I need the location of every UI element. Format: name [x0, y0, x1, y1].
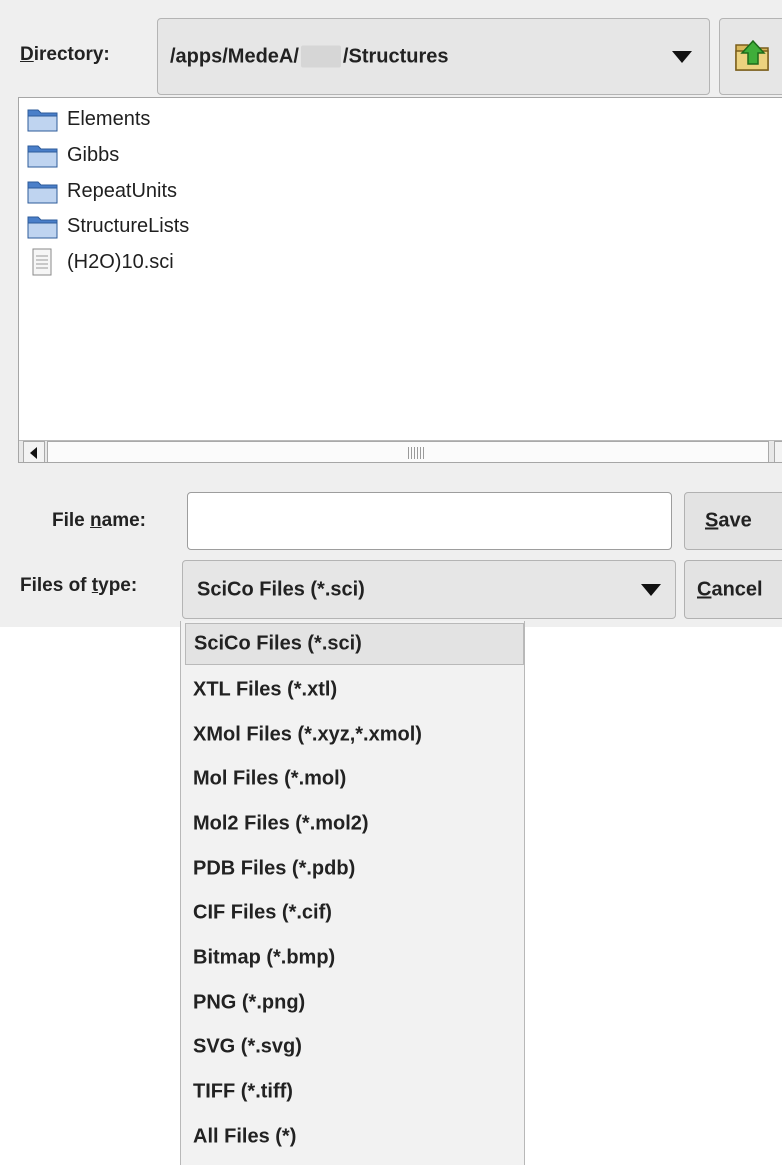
save-button[interactable]: Save — [684, 492, 782, 550]
folder-icon — [27, 212, 59, 240]
file-type-value: SciCo Files (*.sci) — [197, 578, 365, 600]
grip-icon — [408, 447, 424, 459]
file-type-option[interactable]: PDB Files (*.pdb) — [181, 847, 524, 891]
file-name: StructureLists — [67, 214, 190, 237]
file-list[interactable]: Elements Gibbs RepeatUnits StructureList… — [18, 97, 782, 463]
file-type-option[interactable]: CIF Files (*.cif) — [181, 891, 524, 935]
file-name: RepeatUnits — [67, 179, 178, 202]
file-icon — [27, 248, 59, 276]
directory-label: Directory: — [20, 44, 110, 65]
directory-combo[interactable]: /apps/MedeA//Structures — [157, 18, 710, 95]
redacted-segment — [300, 45, 341, 68]
folder-icon — [27, 105, 59, 133]
file-name: Gibbs — [67, 143, 120, 166]
folder-icon — [27, 177, 59, 205]
scroll-right-button[interactable] — [774, 441, 782, 462]
file-type-option[interactable]: XMol Files (*.xyz,*.xmol) — [181, 713, 524, 757]
chevron-down-icon — [641, 583, 661, 596]
up-folder-button[interactable] — [719, 18, 782, 95]
list-item-file[interactable]: (H2O)10.sci — [27, 245, 174, 279]
folder-icon — [27, 141, 59, 169]
directory-path: /apps/MedeA//Structures — [170, 45, 449, 68]
list-item-folder[interactable]: StructureLists — [27, 209, 189, 243]
file-type-option[interactable]: Mol2 Files (*.mol2) — [181, 802, 524, 846]
cancel-button[interactable]: Cancel — [684, 560, 782, 619]
list-item-folder[interactable]: RepeatUnits — [27, 174, 177, 208]
file-type-option[interactable]: All Files (*) — [181, 1115, 524, 1159]
file-type-option[interactable]: Mol Files (*.mol) — [181, 757, 524, 801]
arrow-left-icon — [30, 447, 37, 459]
file-type-option[interactable]: TIFF (*.tiff) — [181, 1070, 524, 1114]
file-name: (H2O)10.sci — [67, 250, 174, 273]
scrollbar-thumb[interactable] — [47, 441, 769, 462]
file-type-option[interactable]: SVG (*.svg) — [181, 1025, 524, 1069]
file-type-combo[interactable]: SciCo Files (*.sci) — [182, 560, 676, 619]
list-item-folder[interactable]: Elements — [27, 102, 150, 136]
chevron-down-icon — [672, 50, 692, 63]
file-type-option[interactable]: XTL Files (*.xtl) — [181, 668, 524, 712]
file-type-option[interactable]: Bitmap (*.bmp) — [181, 936, 524, 980]
file-type-option[interactable]: PNG (*.png) — [181, 981, 524, 1025]
file-name-input[interactable] — [187, 492, 672, 550]
file-type-dropdown: SciCo Files (*.sci) XTL Files (*.xtl) XM… — [180, 621, 525, 1165]
file-save-dialog: Directory: /apps/MedeA//Structures Eleme… — [0, 0, 782, 627]
list-item-folder[interactable]: Gibbs — [27, 138, 119, 172]
horizontal-scrollbar[interactable] — [19, 440, 782, 462]
file-type-label: Files of type: — [20, 575, 138, 596]
file-name-label: File name: — [52, 510, 146, 531]
file-name: Elements — [67, 107, 151, 130]
scroll-left-button[interactable] — [23, 441, 45, 462]
file-type-option-selected[interactable]: SciCo Files (*.sci) — [185, 623, 524, 665]
up-folder-icon — [735, 39, 769, 71]
